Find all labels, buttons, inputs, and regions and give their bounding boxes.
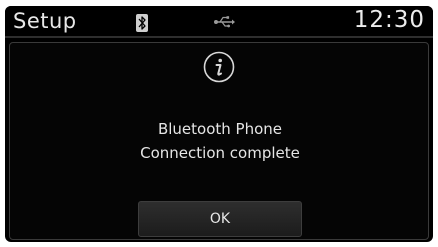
screen-title: Setup — [13, 9, 77, 33]
clock: 12:30 — [353, 7, 425, 33]
usb-icon — [213, 14, 235, 28]
message-line-1: Bluetooth Phone — [157, 120, 283, 138]
message-line-2: Connection complete — [140, 144, 300, 162]
head-unit-display: Setup 12:30 Bluetooth Phone Connection c… — [5, 6, 433, 242]
info-icon — [203, 51, 235, 83]
bluetooth-icon — [136, 14, 148, 32]
status-bar: Setup 12:30 — [5, 6, 433, 37]
screen: Setup 12:30 Bluetooth Phone Connection c… — [0, 0, 438, 247]
ok-button[interactable]: OK — [138, 201, 302, 237]
status-divider — [5, 36, 433, 38]
connection-dialog: Bluetooth Phone Connection complete OK — [9, 42, 429, 240]
dialog-message: Bluetooth Phone Connection complete — [10, 117, 430, 165]
